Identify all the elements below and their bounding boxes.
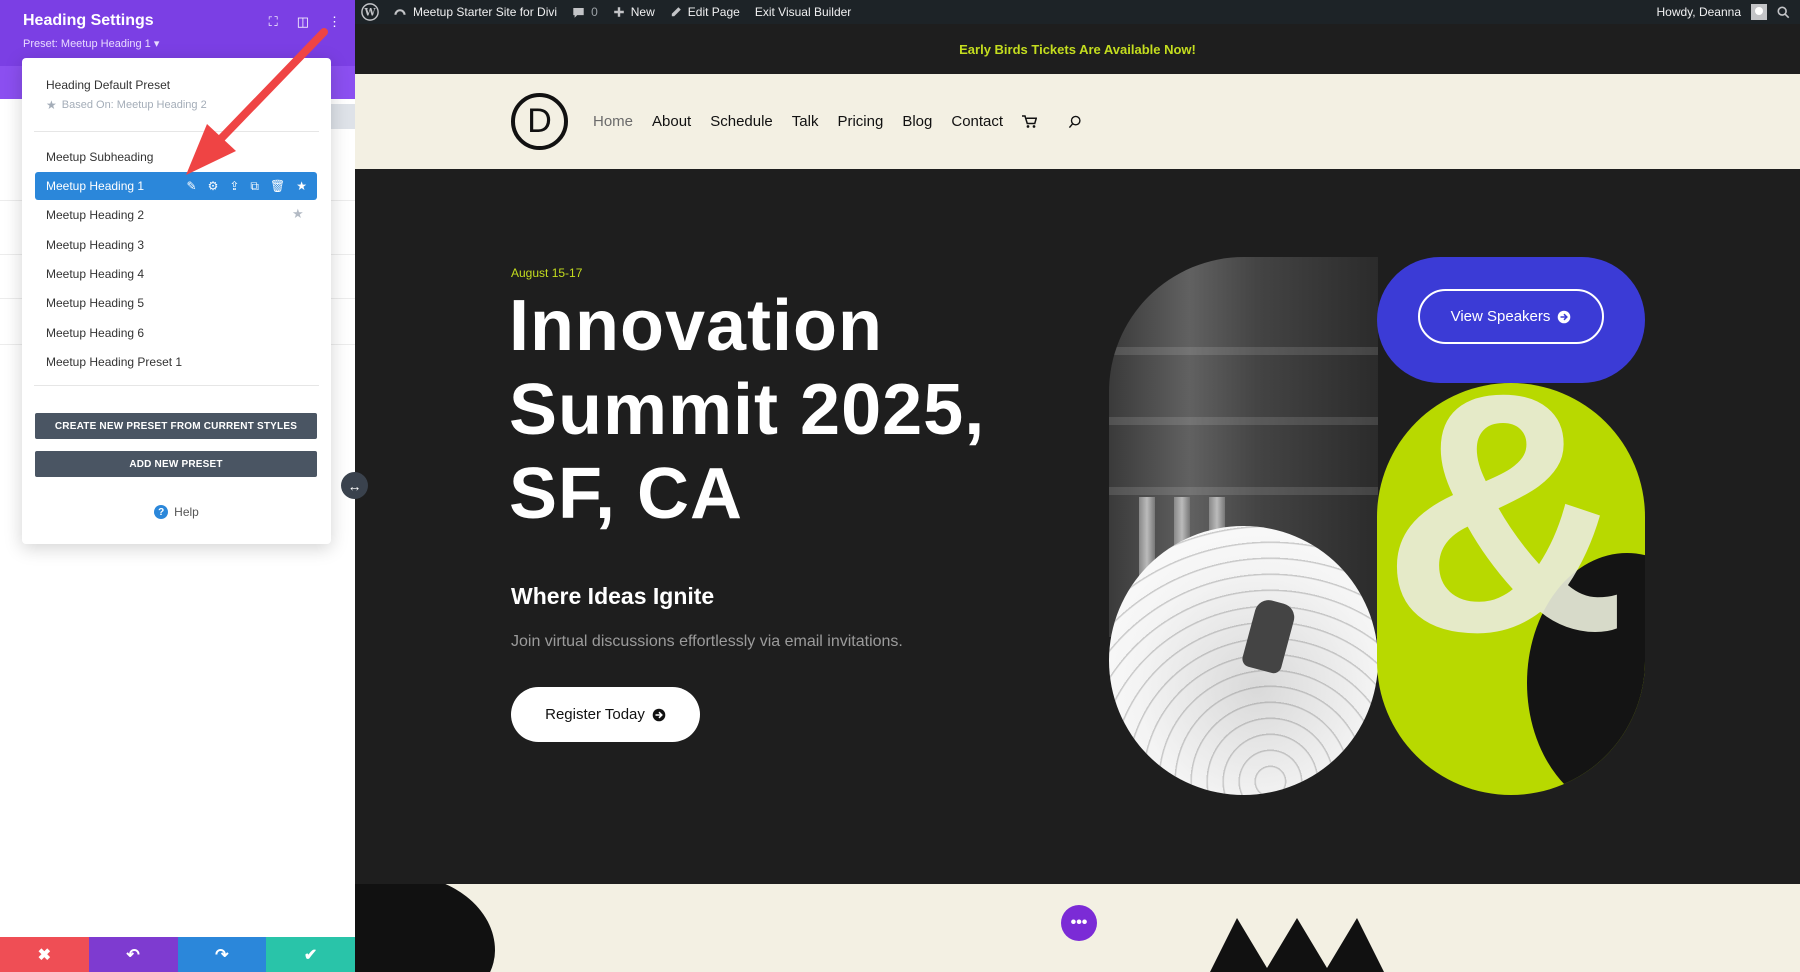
preset-item-subheading[interactable]: Meetup Subheading: [46, 150, 153, 164]
preset-item[interactable]: Meetup Heading 6: [46, 326, 144, 340]
redo-icon: ↷: [215, 946, 229, 964]
decorative-brush-graphic: [1197, 906, 1417, 972]
hero-title[interactable]: Innovation Summit 2025, SF, CA: [509, 284, 1029, 536]
ampersand-art: &: [1377, 383, 1645, 795]
hero-description: Join virtual discussions effortlessly vi…: [511, 633, 903, 650]
preset-dropdown: Heading Default Preset ★ Based On: Meetu…: [22, 58, 331, 544]
nav-contact[interactable]: Contact: [951, 113, 1003, 130]
preset-item[interactable]: Meetup Heading 4: [46, 267, 144, 281]
preset-item[interactable]: Meetup Heading 2: [46, 208, 144, 222]
discard-button[interactable]: ✖: [0, 937, 89, 972]
site-header: D Home About Schedule Talk Pricing Blog …: [355, 74, 1800, 169]
comment-icon: [573, 7, 584, 18]
save-button[interactable]: ✔: [266, 937, 355, 972]
expand-icon[interactable]: ⛶: [269, 14, 278, 30]
howdy-user[interactable]: Howdy, Deanna: [1657, 5, 1742, 19]
nav-schedule[interactable]: Schedule: [710, 113, 773, 130]
new-label: New: [630, 5, 655, 19]
plus-icon: [613, 7, 624, 17]
preset-selector[interactable]: Preset: Meetup Heading 1 ▾: [23, 37, 332, 50]
nav-pricing[interactable]: Pricing: [837, 113, 883, 130]
wordpress-icon[interactable]: W: [361, 3, 379, 21]
check-icon: ✔: [303, 946, 318, 964]
nav-talk[interactable]: Talk: [792, 113, 819, 130]
promo-bar: Early Birds Tickets Are Available Now!: [355, 24, 1800, 74]
undo-icon: ↶: [126, 946, 140, 964]
create-preset-button[interactable]: CREATE NEW PRESET FROM CURRENT STYLES: [35, 413, 317, 439]
view-speakers-label: View Speakers: [1450, 308, 1551, 325]
duplicate-icon[interactable]: ⧉: [250, 179, 259, 194]
site-logo[interactable]: D: [511, 93, 568, 150]
nav-blog[interactable]: Blog: [902, 113, 932, 130]
exit-visual-builder-link[interactable]: Exit Visual Builder: [755, 5, 852, 19]
preset-item-active[interactable]: Meetup Heading 1 ✎ ⚙ ⇪ ⧉ 🗑 ★: [35, 172, 317, 200]
undo-button[interactable]: ↶: [88, 937, 178, 972]
panel-resize-handle[interactable]: ↔: [341, 472, 368, 499]
help-label: Help: [174, 505, 199, 519]
edit-icon[interactable]: ✎: [187, 179, 197, 194]
nav-home[interactable]: Home: [593, 113, 633, 130]
comments-count: 0: [591, 5, 598, 19]
preset-item[interactable]: Meetup Heading 3: [46, 238, 144, 252]
preset-item[interactable]: Meetup Heading 5: [46, 296, 144, 310]
active-preset-label: Meetup Heading 1: [46, 179, 145, 193]
svg-text:W: W: [363, 8, 376, 19]
gear-icon[interactable]: ⚙: [208, 179, 219, 194]
exit-builder-label: Exit Visual Builder: [754, 5, 852, 19]
columns-icon[interactable]: ◫: [297, 14, 309, 30]
promo-text: Early Birds Tickets Are Available Now!: [959, 41, 1196, 57]
wp-admin-bar: W Meetup Starter Site for Divi 0 New Edi…: [355, 0, 1800, 24]
next-section: •••: [355, 884, 1800, 972]
search-icon[interactable]: [1068, 115, 1082, 129]
arrow-circle-icon: [1558, 310, 1571, 323]
event-date: August 15-17: [511, 266, 583, 280]
main-nav: Home About Schedule Talk Pricing Blog Co…: [593, 74, 1082, 169]
logo-letter: D: [527, 102, 552, 140]
register-label: Register Today: [545, 706, 645, 723]
view-speakers-button[interactable]: View Speakers: [1418, 289, 1604, 344]
new-link[interactable]: New: [613, 5, 655, 19]
redo-button[interactable]: ↷: [177, 937, 267, 972]
arrow-circle-icon: [652, 708, 666, 721]
ink-splatter-decoration: [355, 884, 495, 972]
trash-icon[interactable]: 🗑: [270, 179, 285, 194]
default-preset-item[interactable]: Heading Default Preset: [46, 78, 170, 92]
star-icon[interactable]: ★: [292, 206, 304, 222]
site-name: Meetup Starter Site for Divi: [413, 5, 558, 19]
add-preset-button[interactable]: ADD NEW PRESET: [35, 451, 317, 477]
search-icon[interactable]: [1777, 5, 1790, 19]
based-on-label: ★ Based On: Meetup Heading 2: [46, 98, 207, 112]
register-button[interactable]: Register Today: [511, 687, 700, 742]
kebab-menu-icon[interactable]: ⋮: [328, 14, 341, 30]
cart-icon[interactable]: [1022, 114, 1038, 129]
help-icon: ?: [154, 505, 169, 519]
star-icon: ★: [46, 98, 57, 112]
export-icon[interactable]: ⇪: [229, 179, 239, 194]
more-icon: •••: [1070, 914, 1088, 931]
edit-page-label: Edit Page: [687, 5, 740, 19]
help-link[interactable]: ? Help: [22, 505, 331, 519]
pencil-icon: [671, 7, 681, 17]
comments-link[interactable]: 0: [572, 5, 598, 19]
heading-settings-panel: Heading Settings Preset: Meetup Heading …: [0, 0, 355, 972]
dashboard-icon: [394, 9, 406, 15]
site-name-link[interactable]: Meetup Starter Site for Divi: [393, 5, 557, 19]
based-on-text: Based On: Meetup Heading 2: [61, 99, 207, 111]
hero-section: August 15-17 Innovation Summit 2025, SF,…: [355, 169, 1800, 884]
nav-about[interactable]: About: [652, 113, 691, 130]
close-icon: ✖: [37, 946, 52, 964]
avatar[interactable]: [1751, 4, 1767, 20]
site-preview: Early Birds Tickets Are Available Now! D…: [355, 24, 1800, 972]
panel-footer: ✖ ↶ ↷ ✔: [0, 937, 355, 972]
more-options-button[interactable]: •••: [1061, 905, 1097, 941]
star-icon[interactable]: ★: [296, 179, 307, 194]
edit-page-link[interactable]: Edit Page: [670, 5, 740, 19]
skater-image: [1109, 526, 1378, 795]
panel-header: Heading Settings Preset: Meetup Heading …: [0, 0, 355, 66]
resize-arrows-icon: ↔: [347, 477, 362, 494]
preset-item[interactable]: Meetup Heading Preset 1: [46, 355, 182, 369]
hero-subtitle: Where Ideas Ignite: [511, 583, 715, 609]
